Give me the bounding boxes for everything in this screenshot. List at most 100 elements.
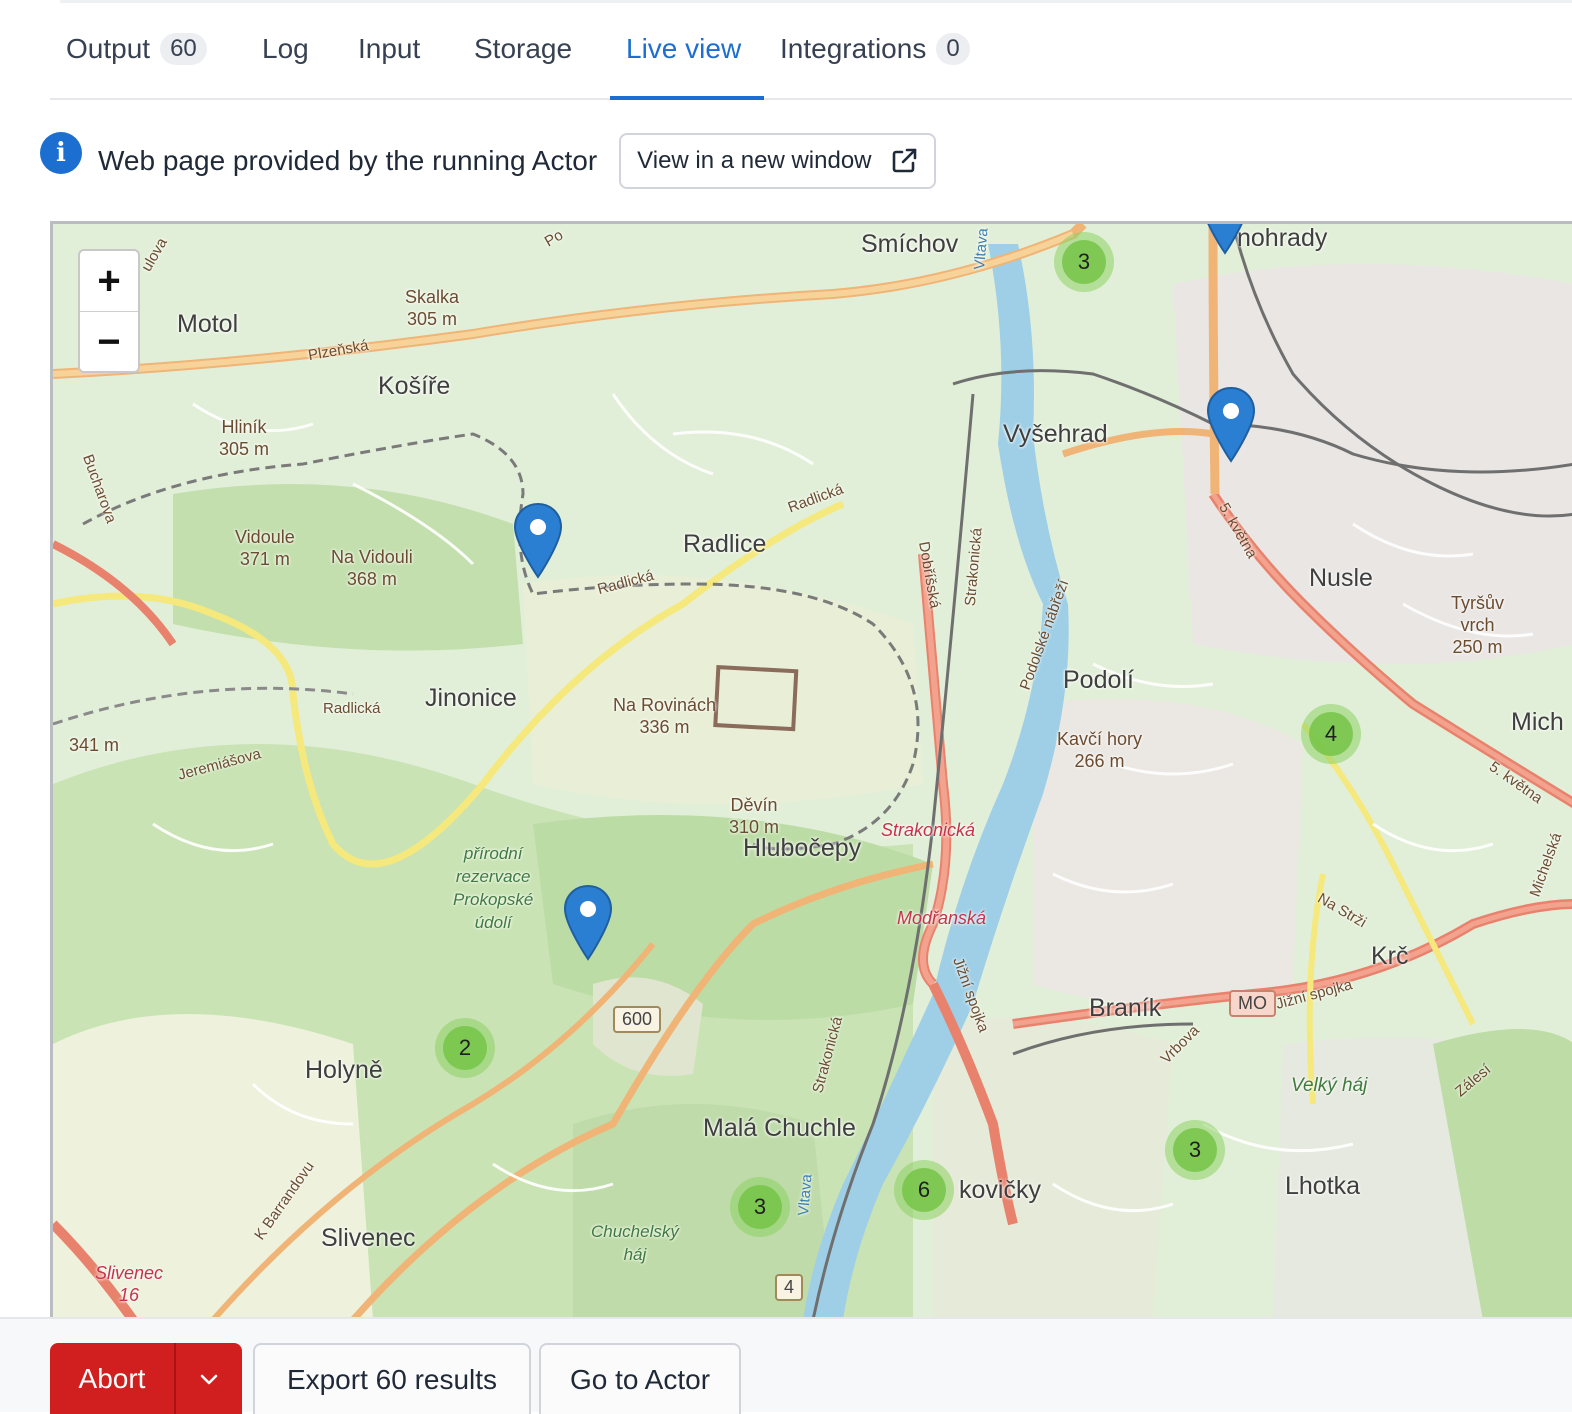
peak-name: Na Vidouli bbox=[331, 547, 413, 567]
map-label-holyne: Holyně bbox=[305, 1056, 383, 1084]
map-label-jinonice: Jinonice bbox=[425, 684, 517, 712]
map-label-tyrsuv-vrch: Tyršův vrch 250 m bbox=[1451, 592, 1504, 658]
map-label-mala-chuchle: Malá Chuchle bbox=[703, 1114, 856, 1142]
tab-bar: Output 60 Log Input Storage Live view In… bbox=[50, 0, 1572, 100]
integrations-count-badge: 0 bbox=[936, 33, 970, 65]
cluster-count: 3 bbox=[1173, 1128, 1217, 1172]
road-number-sign: 4 bbox=[775, 1274, 804, 1301]
map-label-kovicky: kovičky bbox=[959, 1176, 1041, 1204]
map-label-na-vidouli: Na Vidouli 368 m bbox=[331, 546, 413, 590]
tab-integrations[interactable]: Integrations 0 bbox=[764, 0, 984, 98]
map-label-hlinik: Hliník 305 m bbox=[219, 416, 269, 460]
map-label-kosire: Košíře bbox=[378, 372, 451, 400]
tab-label: Storage bbox=[474, 33, 573, 64]
peak-name: Kavčí hory bbox=[1057, 729, 1143, 749]
river-label: Vltava bbox=[795, 1173, 816, 1217]
map-label-na-rovinach: Na Rovinách 336 m bbox=[613, 694, 716, 738]
peak-name: Děvín bbox=[730, 795, 778, 815]
peak-elevation: 250 m bbox=[1452, 637, 1503, 657]
chevron-down-icon bbox=[200, 1374, 218, 1384]
map-label-vidoule: Vidoule 371 m bbox=[235, 526, 295, 570]
map-pin-icon[interactable] bbox=[562, 884, 614, 962]
tab-input[interactable]: Input bbox=[342, 0, 458, 98]
output-count-badge: 60 bbox=[160, 33, 207, 65]
peak-elevation: 336 m bbox=[639, 717, 690, 737]
street-label: Radlická bbox=[323, 700, 381, 717]
map-label-slivenec: Slivenec bbox=[321, 1224, 416, 1252]
tab-label: Integrations bbox=[780, 33, 927, 64]
map-label-prokopske-udoli: přírodní rezervace Prokopské údolí bbox=[453, 842, 533, 934]
map-label-skalka: Skalka 305 m bbox=[405, 286, 459, 330]
map-label-modranska: Modřanská bbox=[897, 908, 987, 928]
map-label-lhotka: Lhotka bbox=[1285, 1172, 1361, 1200]
map-pin-icon[interactable] bbox=[512, 502, 564, 580]
peak-elevation: 305 m bbox=[219, 439, 270, 459]
peak-name: Skalka bbox=[405, 287, 460, 307]
peak-elevation: 305 m bbox=[407, 309, 458, 329]
tab-label: Log bbox=[262, 33, 309, 64]
road-number-sign: MO bbox=[1229, 990, 1276, 1017]
reserve-line-4: údolí bbox=[474, 913, 512, 932]
marker-cluster[interactable]: 6 bbox=[894, 1160, 954, 1220]
abort-button-group: Abort bbox=[50, 1343, 242, 1414]
map-pin-icon[interactable] bbox=[1199, 221, 1251, 256]
go-to-actor-button[interactable]: Go to Actor bbox=[539, 1343, 741, 1414]
map-label-vysehrad: Vyšehrad bbox=[1003, 420, 1108, 448]
peak-elevation: 371 m bbox=[239, 549, 290, 569]
abort-options-button[interactable] bbox=[174, 1343, 242, 1414]
tab-label: Output bbox=[66, 33, 151, 64]
cluster-count: 3 bbox=[1062, 240, 1106, 284]
cluster-count: 4 bbox=[1309, 712, 1353, 756]
cluster-count: 3 bbox=[738, 1185, 782, 1229]
road-number-sign: 600 bbox=[613, 1006, 662, 1033]
abort-button[interactable]: Abort bbox=[50, 1343, 174, 1414]
zoom-out-button[interactable]: − bbox=[80, 312, 138, 371]
marker-cluster[interactable]: 3 bbox=[730, 1177, 790, 1237]
action-bar: Abort Export 60 results Go to Actor bbox=[0, 1317, 1572, 1414]
map-label-nusle: Nusle bbox=[1309, 564, 1373, 592]
export-results-button[interactable]: Export 60 results bbox=[253, 1343, 531, 1414]
zoom-control: + − bbox=[78, 249, 140, 373]
map-label-hlubocepy: Hlubočepy bbox=[743, 834, 862, 862]
marker-cluster[interactable]: 4 bbox=[1301, 704, 1361, 764]
peak-name: Tyršův bbox=[1451, 593, 1505, 613]
tab-live-view[interactable]: Live view bbox=[610, 0, 764, 100]
map-tiles bbox=[53, 224, 1572, 1317]
zoom-in-button[interactable]: + bbox=[80, 251, 138, 312]
live-view-notice: i Web page provided by the running Actor… bbox=[40, 130, 936, 192]
marker-cluster[interactable]: 2 bbox=[435, 1018, 495, 1078]
route-number: 16 bbox=[119, 1285, 140, 1305]
marker-cluster[interactable]: 3 bbox=[1165, 1120, 1225, 1180]
map-label-strakonicka-road: Strakonická bbox=[881, 820, 976, 840]
tab-output[interactable]: Output 60 bbox=[50, 0, 246, 98]
tab-log[interactable]: Log bbox=[246, 0, 342, 98]
map-label-devin: Děvín 310 m bbox=[729, 794, 779, 838]
live-view-map[interactable]: + − Smíchov nohrady Motol Skalka 305 m Ko… bbox=[50, 221, 1572, 1317]
marker-cluster[interactable]: 3 bbox=[1054, 232, 1114, 292]
map-label-branik: Braník bbox=[1089, 994, 1162, 1022]
forest-name-2: háj bbox=[623, 1245, 647, 1264]
button-label: View in a new window bbox=[637, 147, 872, 174]
cluster-count: 6 bbox=[902, 1168, 946, 1212]
map-pin-icon[interactable] bbox=[1205, 386, 1257, 464]
tab-storage[interactable]: Storage bbox=[458, 0, 610, 98]
peak-elevation: 266 m bbox=[1074, 751, 1125, 771]
reserve-line-1: přírodní bbox=[463, 844, 523, 863]
reserve-line-2: rezervace bbox=[455, 867, 531, 886]
cluster-count: 2 bbox=[443, 1026, 487, 1070]
route-name: Slivenec bbox=[95, 1263, 164, 1283]
map-label-krc: Krč bbox=[1371, 942, 1409, 970]
info-icon: i bbox=[40, 132, 82, 174]
notice-text: Web page provided by the running Actor bbox=[98, 145, 598, 176]
map-label-michle: Mich bbox=[1511, 708, 1564, 736]
peak-name: Na Rovinách bbox=[613, 695, 717, 715]
peak-elevation: 368 m bbox=[346, 569, 397, 589]
view-in-new-window-button[interactable]: View in a new window bbox=[619, 133, 936, 189]
map-label-kavci-hory: Kavčí hory 266 m bbox=[1057, 728, 1142, 772]
map-label-velky-haj: Velký háj bbox=[1291, 1075, 1368, 1096]
peak-name: Vidoule bbox=[235, 527, 295, 547]
map-label-motol: Motol bbox=[177, 310, 239, 338]
tab-label: Input bbox=[358, 33, 421, 64]
map-label-podoli: Podolí bbox=[1063, 666, 1134, 694]
map-label-radlice: Radlice bbox=[683, 530, 767, 558]
